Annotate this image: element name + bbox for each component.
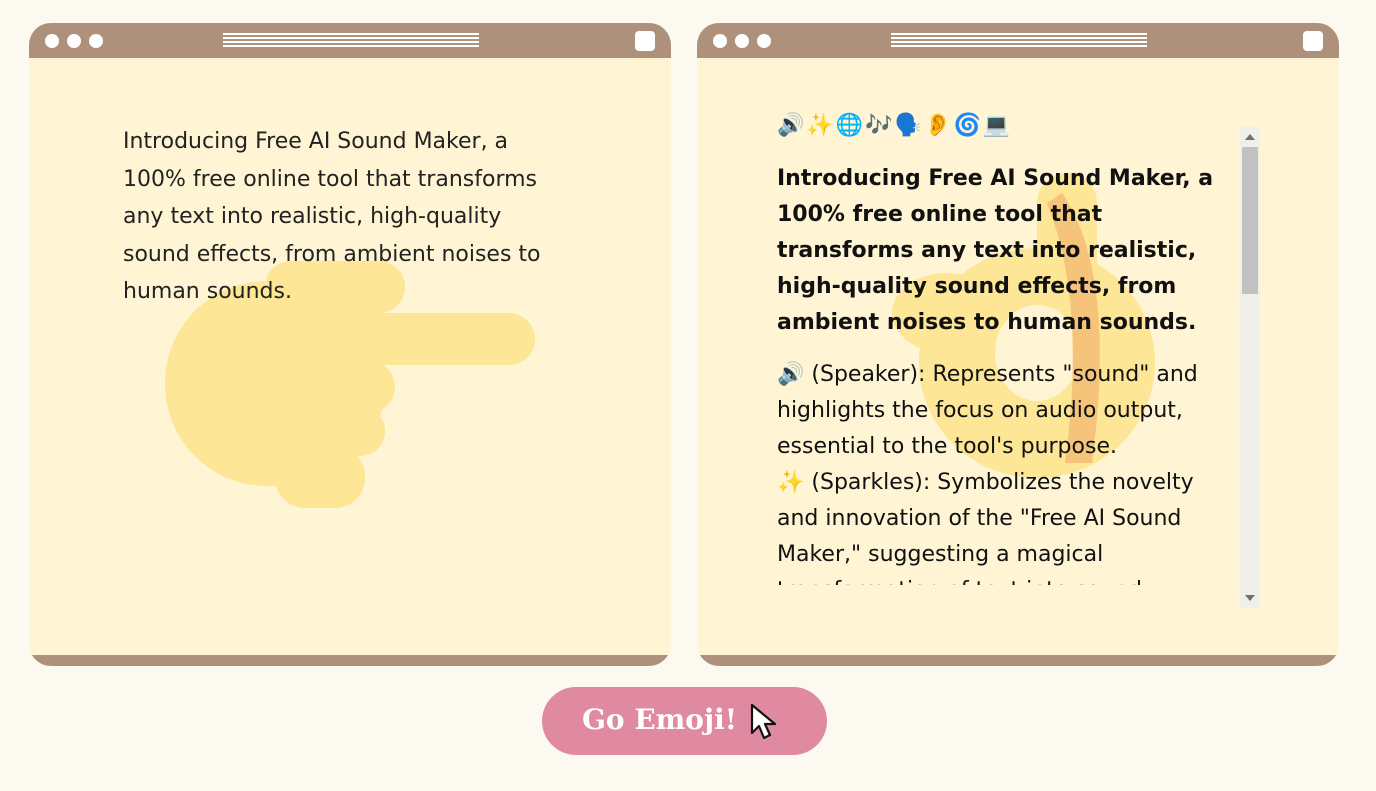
go-emoji-button[interactable]: Go Emoji! [542, 687, 827, 755]
right-window: 🔊✨🌐🎶🗣️👂🌀💻 Introducing Free AI Sound Make… [697, 23, 1339, 666]
description-text: (Speaker): Represents "sound" and highli… [777, 362, 1198, 459]
emoji-row: 🔊✨🌐🎶🗣️👂🌀💻 [777, 103, 1260, 143]
scrollbar-thumb[interactable] [1242, 147, 1258, 294]
list-item: 🔊 (Speaker): Represents "sound" and high… [777, 357, 1217, 465]
speaker-icon: 🔊 [777, 112, 807, 137]
window-dot-icon [735, 34, 749, 48]
speaking-head-icon: 🗣️ [894, 112, 925, 137]
sparkles-icon: ✨ [777, 470, 805, 495]
sparkles-icon: ✨ [806, 112, 836, 137]
left-window-text: Introducing Free AI Sound Maker, a 100% … [123, 129, 541, 304]
window-dot-icon [757, 34, 771, 48]
left-window-titlebar [29, 23, 671, 58]
musical-notes-icon: 🎶 [865, 112, 895, 137]
title-grip-icon [891, 33, 1147, 49]
scrollbar[interactable] [1240, 127, 1260, 608]
mouse-cursor-icon [750, 703, 777, 740]
list-item: ✨ (Sparkles): Symbolizes the novelty and… [777, 465, 1217, 585]
right-window-titlebar [697, 23, 1339, 58]
window-dot-icon [67, 34, 81, 48]
ear-icon: 👂 [924, 112, 954, 137]
window-square-icon[interactable] [635, 31, 655, 51]
window-square-icon[interactable] [1303, 31, 1323, 51]
left-window: Introducing Free AI Sound Maker, a 100% … [29, 23, 671, 666]
scroll-up-arrow-icon[interactable] [1245, 134, 1255, 140]
window-dot-icon [713, 34, 727, 48]
description-text: (Sparkles): Symbolizes the novelty and i… [777, 470, 1194, 585]
title-grip-icon [223, 33, 479, 49]
window-dot-icon [45, 34, 59, 48]
globe-icon: 🌐 [835, 112, 866, 137]
scroll-down-arrow-icon[interactable] [1245, 595, 1255, 601]
emoji-descriptions: 🔊 (Speaker): Represents "sound" and high… [777, 357, 1217, 585]
speaker-icon: 🔊 [777, 362, 805, 387]
intro-heading: Introducing Free AI Sound Maker, a 100% … [777, 166, 1214, 335]
right-window-footer [697, 655, 1339, 666]
cyclone-icon: 🌀 [953, 112, 983, 137]
right-window-scroll-content[interactable]: 🔊✨🌐🎶🗣️👂🌀💻 Introducing Free AI Sound Make… [777, 103, 1260, 585]
laptop-icon: 💻 [982, 112, 1013, 137]
go-emoji-label: Go Emoji! [582, 703, 738, 736]
window-dot-icon [89, 34, 103, 48]
left-window-footer [29, 655, 671, 666]
